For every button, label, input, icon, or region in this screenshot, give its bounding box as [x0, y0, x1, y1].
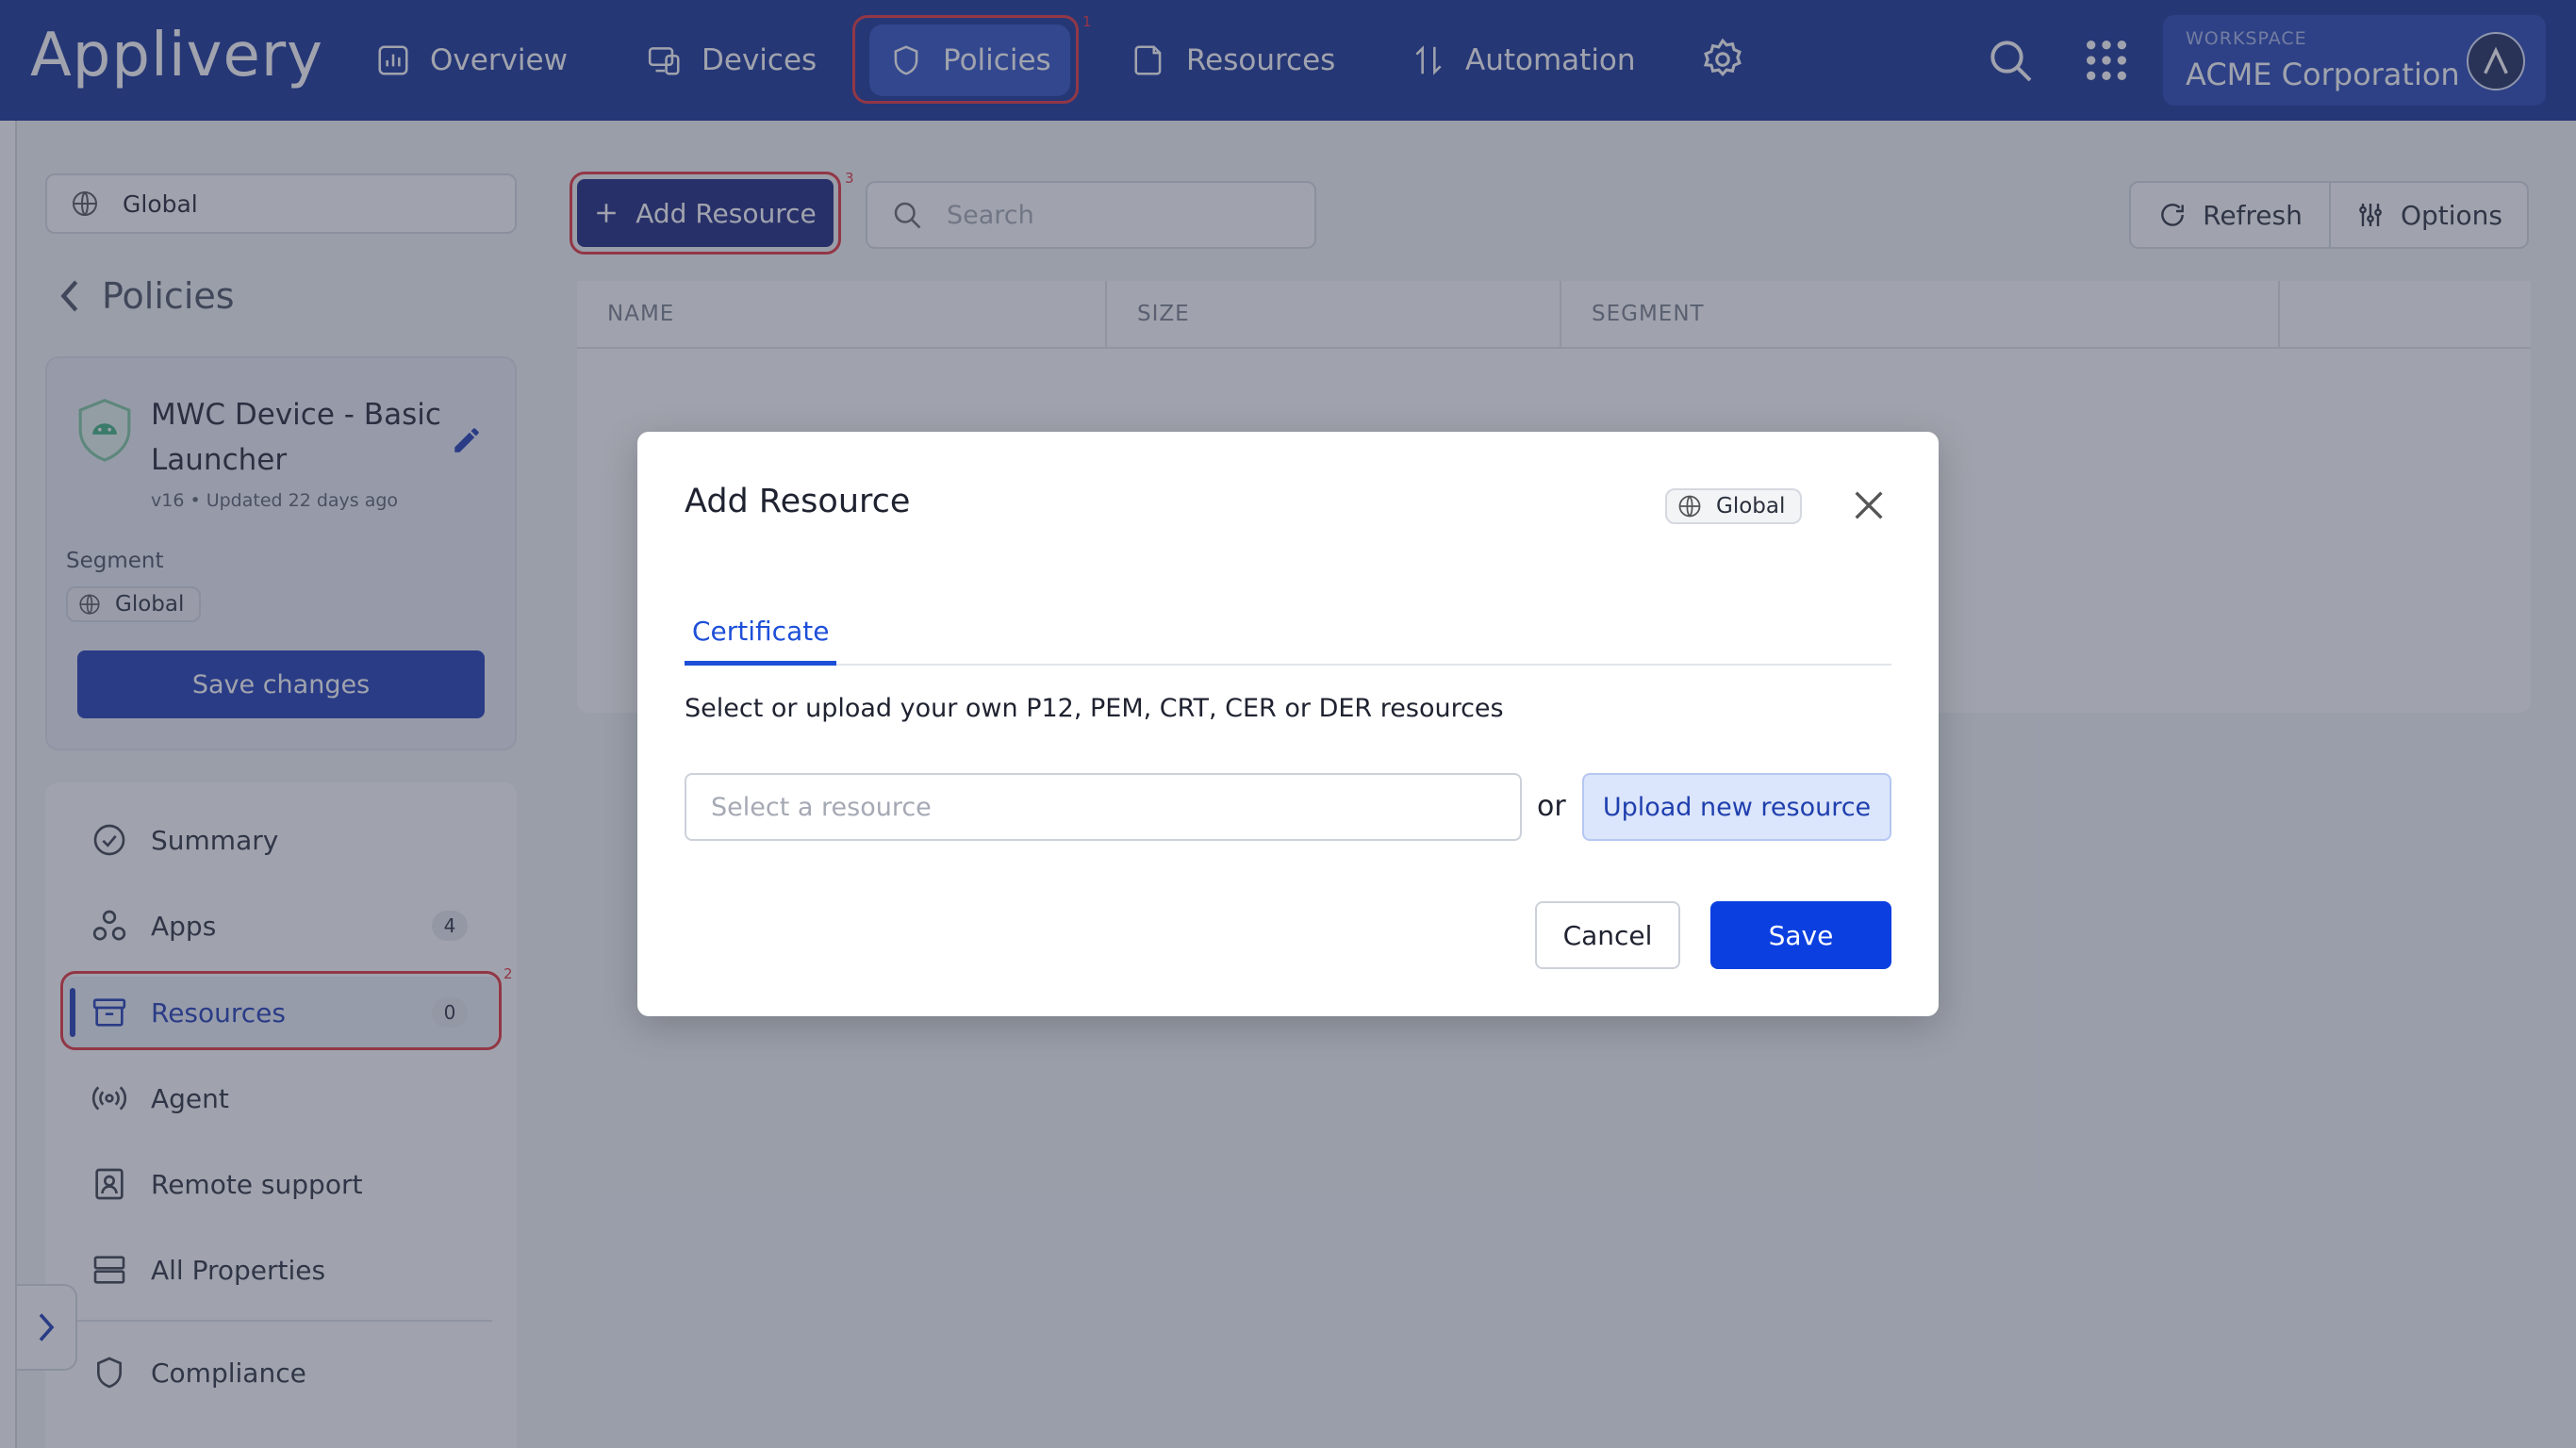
dialog-title: Add Resource	[685, 483, 911, 520]
close-icon[interactable]	[1850, 486, 1888, 524]
upload-new-resource-button[interactable]: Upload new resource	[1582, 773, 1891, 841]
tab-certificate[interactable]: Certificate	[685, 601, 837, 666]
dialog-scope-chip: Global	[1665, 488, 1803, 524]
globe-icon	[1678, 495, 1701, 518]
save-button[interactable]: Save	[1710, 901, 1891, 969]
dialog-description: Select or upload your own P12, PEM, CRT,…	[685, 694, 1504, 723]
dialog-tabs: Certificate	[685, 601, 1891, 666]
resource-select[interactable]: Select a resource	[685, 773, 1522, 841]
or-separator: or	[1537, 790, 1566, 823]
cancel-button[interactable]: Cancel	[1535, 901, 1680, 969]
add-resource-dialog: Add Resource Global Certificate Select o…	[637, 432, 1939, 1016]
dialog-scope-value: Global	[1716, 494, 1786, 518]
resource-select-placeholder: Select a resource	[711, 792, 932, 822]
